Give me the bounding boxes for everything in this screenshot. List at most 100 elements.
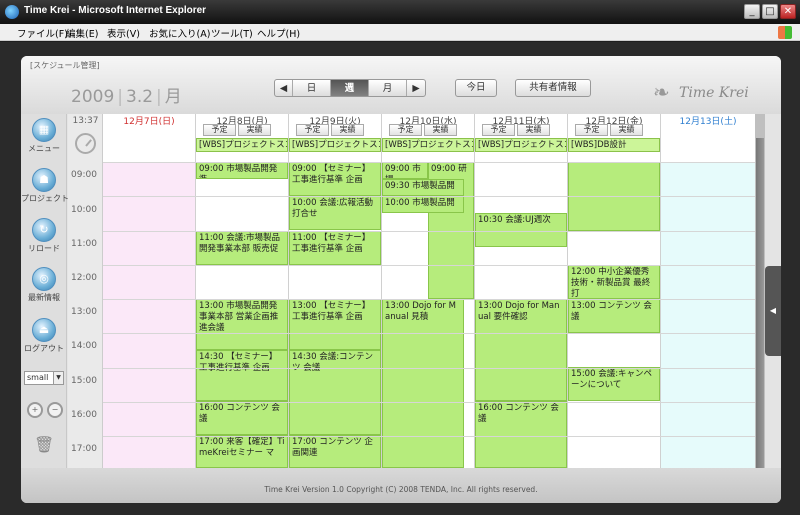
actual-button[interactable]: 実績 — [331, 124, 364, 136]
project-tool-label: プロジェクト — [21, 194, 69, 203]
hour-label: 16:00 — [71, 410, 97, 420]
hour-line — [103, 436, 755, 437]
menu-tool[interactable]: ▦ メニュー — [21, 118, 67, 154]
plan-button[interactable]: 予定 — [575, 124, 608, 136]
menu-favorites[interactable]: お気に入り(A) — [149, 26, 210, 40]
hour-label: 12:00 — [71, 273, 97, 283]
zoom-out-icon[interactable]: − — [47, 402, 63, 418]
event[interactable]: 09:30 市場製品開 — [382, 179, 464, 196]
month-view-button[interactable]: 月 — [369, 80, 407, 96]
menu-tools[interactable]: ツール(T) — [211, 26, 253, 40]
event[interactable]: 13:00 コンテンツ 会議 — [568, 299, 660, 333]
allday-event[interactable]: [WBS]プロジェクトスコ — [196, 138, 288, 152]
allday-event[interactable]: [WBS]プロジェクトスコ — [289, 138, 381, 152]
chevron-down-icon: ▼ — [53, 372, 63, 384]
event[interactable]: 12:00 中小企業優秀技術・新製品賞 最終打 — [568, 265, 660, 299]
event[interactable]: 14:30 【セミナー】工事進行基準 企画 — [196, 350, 288, 401]
allday-event[interactable]: [WBS]プロジェクトスコ — [475, 138, 567, 152]
day-grid[interactable]: 12:00 中小企業優秀技術・新製品賞 最終打 13:00 コンテンツ 会議 1… — [568, 162, 660, 468]
event[interactable]: 13:00 【セミナー】工事進行基準 企画 — [289, 299, 381, 350]
event[interactable]: 17:00 コンテンツ 企画関連 — [289, 435, 381, 468]
zoom-in-icon[interactable]: + — [27, 402, 43, 418]
minimize-button[interactable]: _ — [744, 4, 760, 19]
day-view-button[interactable]: 日 — [293, 80, 331, 96]
event[interactable]: 09:00 【セミナー】工事進行基準 企画 — [289, 162, 381, 196]
day-header: 12月8日(月) — [216, 117, 268, 127]
shared-info-button[interactable]: 共有者情報 — [515, 79, 591, 97]
prev-button[interactable]: ◀ — [275, 80, 293, 96]
actual-button[interactable]: 実績 — [517, 124, 550, 136]
size-select[interactable]: small ▼ — [24, 371, 64, 385]
event[interactable]: 11:00 【セミナー】工事進行基準 企画 — [289, 231, 381, 265]
brand-logo: ❧ Time Krei — [653, 80, 775, 104]
latest-tool[interactable]: ◎ 最新情報 — [21, 267, 67, 303]
event[interactable]: 15:00 会議:キャンペーンについて — [568, 367, 660, 401]
scroll-thumb[interactable] — [756, 138, 764, 468]
day-mode-buttons: 予定 実績 — [482, 124, 550, 136]
day-of-week: 月 — [164, 87, 182, 107]
day-grid[interactable]: 09:00 市場製品開発準 11:00 会議:市場製品開発事業本部 販売促 13… — [196, 162, 288, 468]
event[interactable]: 10:00 会議:広報活動打合せ — [289, 196, 381, 230]
menu-help[interactable]: ヘルプ(H) — [257, 26, 300, 40]
plan-button[interactable]: 予定 — [389, 124, 422, 136]
event[interactable]: 16:00 コンテンツ 会議 — [196, 401, 288, 435]
day-grid[interactable]: 10:30 会議:UJ週次 13:00 Dojo for Manual 要件確認… — [475, 162, 567, 468]
hour-label: 11:00 — [71, 239, 97, 249]
time-krei-app: [スケジュール管理] 2009 | 3.2 | 月 ◀ 日 週 月 ▶ 今日 共有者情報… — [21, 56, 781, 503]
week-view-button[interactable]: 週 — [331, 80, 369, 96]
maximize-button[interactable]: □ — [762, 4, 778, 19]
event[interactable]: 09:00 市場製品開発準 — [196, 162, 288, 179]
close-button[interactable]: ✕ — [780, 4, 796, 19]
event[interactable]: 17:00 来客【確定】TimeKreiセミナー マ — [196, 435, 288, 468]
vertical-scrollbar[interactable] — [755, 114, 765, 468]
event[interactable]: 16:00 コンテンツ 会議 — [475, 401, 567, 468]
actual-button[interactable]: 実績 — [238, 124, 271, 136]
event[interactable]: 14:30 会議:コンテンツ 会議 — [289, 350, 381, 435]
date-separator: | — [156, 87, 162, 107]
brand-name: Time Krei — [679, 85, 749, 101]
reload-tool[interactable]: ↻ リロード — [21, 218, 67, 254]
wing-logo-icon: ❧ — [653, 80, 670, 104]
day-grid[interactable]: 09:00 【セミナー】工事進行基準 企画 10:00 会議:広報活動打合せ 1… — [289, 162, 381, 468]
event[interactable]: 13:00 市場製品開発事業本部 営業企画推進会議 — [196, 299, 288, 350]
project-tool[interactable]: ☗ プロジェクト — [21, 168, 69, 204]
plan-button[interactable]: 予定 — [482, 124, 515, 136]
hour-label: 13:00 — [71, 307, 97, 317]
logout-tool-label: ログアウト — [24, 344, 64, 353]
current-date: 2009 | 3.2 | 月 — [71, 82, 182, 107]
breadcrumb: [スケジュール管理] — [30, 61, 100, 70]
plan-button[interactable]: 予定 — [296, 124, 329, 136]
event[interactable]: 10:30 会議:UJ週次 — [475, 213, 567, 247]
event[interactable]: 09:00 市場 — [382, 162, 428, 179]
allday-event[interactable]: [WBS]プロジェクトスコ — [382, 138, 474, 152]
day-header: 12月12日(金) — [585, 117, 643, 127]
event[interactable]: 11:00 会議:市場製品開発事業本部 販売促 — [196, 231, 288, 265]
actual-button[interactable]: 実績 — [610, 124, 643, 136]
allday-event[interactable]: [WBS]DB設計 — [568, 138, 660, 152]
menu-view[interactable]: 表示(V) — [107, 26, 140, 40]
next-button[interactable]: ▶ — [407, 80, 425, 96]
day-mode-buttons: 予定 実績 — [389, 124, 457, 136]
side-panel-toggle[interactable]: ◀ — [765, 266, 781, 356]
today-button[interactable]: 今日 — [455, 79, 497, 97]
event[interactable]: 10:00 市場製品開 — [382, 196, 464, 213]
logout-tool[interactable]: ⏏ ログアウト — [21, 318, 67, 354]
day-grid[interactable] — [661, 162, 755, 468]
month-day: 3.2 — [126, 87, 154, 107]
current-time: 13:37 — [72, 116, 99, 126]
day-column-fri: 12月12日(金) 予定 実績 [WBS]DB設計 12:00 中小企業優秀技術… — [568, 114, 661, 468]
menu-edit[interactable]: 編集(E) — [66, 26, 98, 40]
reload-icon: ↻ — [32, 218, 56, 242]
plan-button[interactable]: 予定 — [203, 124, 236, 136]
event[interactable]: 13:00 Dojo for Manual 要件確認 — [475, 299, 567, 401]
trash-icon[interactable]: 🗑 — [34, 435, 54, 454]
reload-tool-label: リロード — [28, 244, 60, 253]
day-header: 12月11日(木) — [492, 117, 550, 127]
day-grid[interactable] — [103, 162, 195, 468]
event[interactable]: 13:00 Dojo for Manual 見積 — [382, 299, 464, 468]
actual-button[interactable]: 実績 — [424, 124, 457, 136]
clock-icon — [75, 133, 96, 154]
footer: Time Krei Version 1.0 Copyright (C) 2008… — [21, 468, 781, 503]
menu-file[interactable]: ファイル(F) — [17, 26, 68, 40]
day-grid[interactable]: 09:00 市場 09:00 研 09:30 市場製品開 10:00 市場製品開… — [382, 162, 474, 468]
